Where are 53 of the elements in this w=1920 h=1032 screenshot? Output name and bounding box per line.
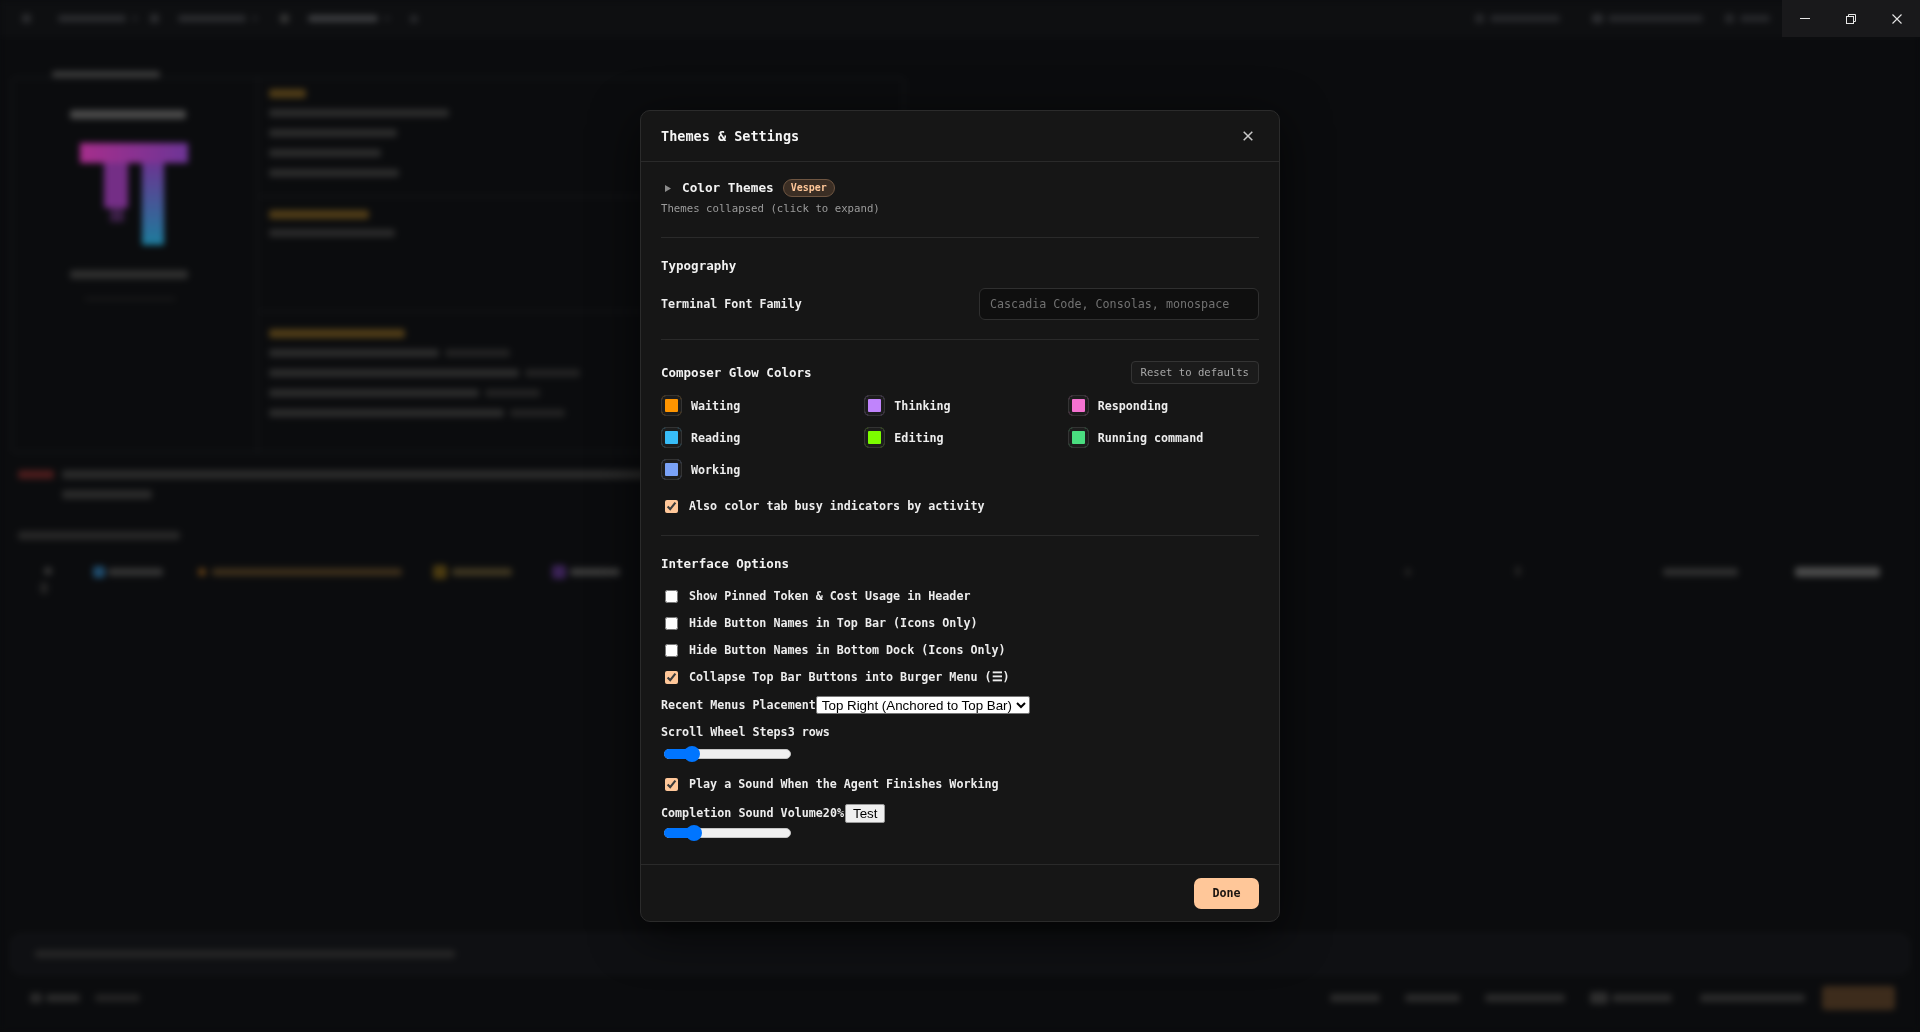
color-picker-swatch[interactable] xyxy=(864,427,886,448)
option-label: Hide Button Names in Top Bar (Icons Only) xyxy=(689,615,978,631)
checkbox[interactable] xyxy=(665,643,678,657)
color-label: Thinking xyxy=(894,397,951,414)
slider-track[interactable] xyxy=(664,746,791,762)
restore-icon xyxy=(1846,13,1856,24)
option-label: Hide Button Names in Bottom Dock (Icons Only) xyxy=(689,642,1006,658)
test-sound-button[interactable]: Test xyxy=(844,803,886,823)
checkbox[interactable] xyxy=(665,616,678,630)
section-title[interactable]: Color Themes xyxy=(682,180,774,196)
color-label: Working xyxy=(691,461,741,478)
section-heading: Interface Options xyxy=(661,556,790,572)
color-label: Responding xyxy=(1097,397,1169,414)
close-icon xyxy=(1892,13,1902,24)
done-button[interactable]: Done xyxy=(1194,878,1259,909)
reset-defaults-button[interactable]: Reset to defaults xyxy=(1130,361,1259,384)
color-picker-swatch[interactable] xyxy=(661,395,682,416)
checkbox[interactable] xyxy=(665,777,678,791)
dropdown-select[interactable]: Top Right (Anchored to Top Bar) xyxy=(815,696,1030,714)
color-picker-swatch[interactable] xyxy=(1067,395,1089,416)
option-label: Also color tab busy indicators by activity xyxy=(689,498,985,514)
option-label: Play a Sound When the Agent Finishes Working xyxy=(689,776,999,792)
field-label: Terminal Font Family xyxy=(661,296,802,312)
font-family-input[interactable]: Cascadia Code, Consolas, monospace xyxy=(979,288,1259,320)
section-heading: Typography xyxy=(661,258,738,274)
checkbox[interactable] xyxy=(665,670,678,684)
close-icon xyxy=(1243,131,1253,141)
minimize-icon xyxy=(1800,18,1810,19)
color-picker-swatch[interactable] xyxy=(661,459,682,480)
checkbox[interactable] xyxy=(665,499,678,513)
color-label: Editing xyxy=(894,429,944,446)
slider-reading: 20% xyxy=(822,805,844,821)
color-picker-swatch[interactable] xyxy=(661,427,682,448)
theme-badge: Vesper xyxy=(782,179,835,197)
slider-thumb[interactable] xyxy=(683,746,700,762)
slider-reading: 3 rows xyxy=(787,724,830,740)
option-label: Show Pinned Token & Cost Usage in Header xyxy=(689,588,971,604)
slider-thumb[interactable] xyxy=(686,825,703,841)
option-label: Recent Menus Placement xyxy=(661,697,816,713)
checkbox[interactable] xyxy=(665,589,678,603)
option-label: Completion Sound Volume xyxy=(661,805,823,821)
slider-track[interactable] xyxy=(664,825,791,841)
option-label: Collapse Top Bar Buttons into Burger Menu (☰) xyxy=(689,669,1010,685)
option-label: Scroll Wheel Steps xyxy=(661,724,788,740)
color-picker-swatch[interactable] xyxy=(1067,427,1089,448)
hint-text: Themes collapsed (click to expand) xyxy=(661,202,881,216)
color-label: Waiting xyxy=(691,397,741,414)
color-label: Reading xyxy=(691,429,741,446)
color-label: Running command xyxy=(1097,429,1204,446)
color-picker-swatch[interactable] xyxy=(864,395,886,416)
section-heading: Composer Glow Colors xyxy=(661,364,812,381)
dialog-title: Themes & Settings xyxy=(661,128,800,144)
caret-icon[interactable] xyxy=(665,184,671,192)
